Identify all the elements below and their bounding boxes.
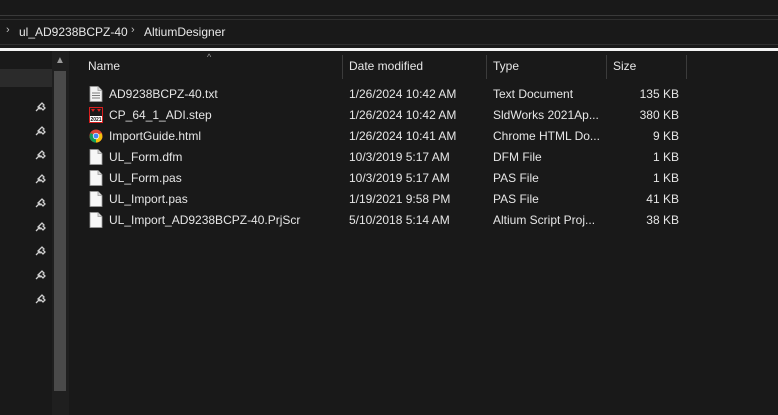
file-type: PAS File xyxy=(493,192,539,206)
pin-icon[interactable] xyxy=(34,99,48,113)
file-type: PAS File xyxy=(493,171,539,185)
column-header-name[interactable]: Name xyxy=(88,59,120,73)
blank-file-icon xyxy=(89,212,103,228)
file-date-modified: 5/10/2018 5:14 AM xyxy=(349,213,450,227)
file-list[interactable]: ^ Name Date modified Type Size AD9238BCP… xyxy=(69,51,778,415)
pin-icon[interactable] xyxy=(34,243,48,257)
table-row[interactable]: UL_Import.pas 1/19/2021 9:58 PM PAS File… xyxy=(69,189,778,210)
pin-icon[interactable] xyxy=(34,171,48,185)
file-date-modified: 1/26/2024 10:42 AM xyxy=(349,87,457,101)
solidworks-file-icon: 2021 xyxy=(89,107,103,123)
address-bar[interactable]: › ul_AD9238BCPZ-40 › AltiumDesigner xyxy=(0,19,778,45)
blank-file-icon xyxy=(89,191,103,207)
scroll-up-arrow-icon[interactable]: ▲ xyxy=(55,55,65,66)
column-header-date-modified[interactable]: Date modified xyxy=(349,59,423,73)
file-date-modified: 1/19/2021 9:58 PM xyxy=(349,192,451,206)
file-date-modified: 10/3/2019 5:17 AM xyxy=(349,171,450,185)
breadcrumb-item-ul-ad9238bcpz-40[interactable]: ul_AD9238BCPZ-40 xyxy=(19,25,128,39)
table-row[interactable]: AD9238BCPZ-40.txt 1/26/2024 10:42 AM Tex… xyxy=(69,84,778,105)
pin-icon[interactable] xyxy=(34,291,48,305)
file-name[interactable]: UL_Import.pas xyxy=(109,192,188,206)
pin-icon[interactable] xyxy=(34,267,48,281)
file-type: Chrome HTML Do... xyxy=(493,129,600,143)
title-strip-divider xyxy=(0,15,778,16)
file-name[interactable]: UL_Form.dfm xyxy=(109,150,182,164)
pin-icon[interactable] xyxy=(34,219,48,233)
breadcrumb-item-altiumdesigner[interactable]: AltiumDesigner xyxy=(144,25,225,39)
file-name[interactable]: CP_64_1_ADI.step xyxy=(109,108,212,122)
file-date-modified: 10/3/2019 5:17 AM xyxy=(349,150,450,164)
nav-scrollbar-thumb[interactable] xyxy=(54,71,66,391)
file-name[interactable]: UL_Form.pas xyxy=(109,171,182,185)
file-type: Text Document xyxy=(493,87,574,101)
column-divider[interactable] xyxy=(606,55,607,79)
table-row[interactable]: UL_Form.dfm 10/3/2019 5:17 AM DFM File 1… xyxy=(69,147,778,168)
file-name[interactable]: AD9238BCPZ-40.txt xyxy=(109,87,218,101)
column-header-type[interactable]: Type xyxy=(493,59,519,73)
file-size: 1 KB xyxy=(652,150,679,164)
file-date-modified: 1/26/2024 10:41 AM xyxy=(349,129,457,143)
blank-file-icon xyxy=(89,149,103,165)
sort-ascending-icon: ^ xyxy=(207,52,212,62)
column-divider[interactable] xyxy=(686,55,687,79)
breadcrumb-chevron-icon[interactable]: › xyxy=(131,24,135,36)
file-date-modified: 1/26/2024 10:42 AM xyxy=(349,108,457,122)
column-divider[interactable] xyxy=(486,55,487,79)
file-type: SldWorks 2021Ap... xyxy=(493,108,599,122)
file-size: 380 KB xyxy=(639,108,679,122)
table-row[interactable]: UL_Import_AD9238BCPZ-40.PrjScr 5/10/2018… xyxy=(69,210,778,231)
pin-icon[interactable] xyxy=(34,195,48,209)
solidworks-version-label: 2021 xyxy=(90,117,101,123)
table-row[interactable]: 2021 CP_64_1_ADI.step 1/26/2024 10:42 AM… xyxy=(69,105,778,126)
file-size: 38 KB xyxy=(646,213,679,227)
file-size: 9 KB xyxy=(652,129,679,143)
chrome-icon xyxy=(89,129,103,143)
text-file-icon xyxy=(89,86,103,102)
pin-icon[interactable] xyxy=(34,123,48,137)
breadcrumb-chevron-icon[interactable]: › xyxy=(6,24,10,36)
file-type: Altium Script Proj... xyxy=(493,213,596,227)
blank-file-icon xyxy=(89,170,103,186)
nav-scrollbar[interactable]: ▲ xyxy=(52,51,69,415)
file-size: 1 KB xyxy=(652,171,679,185)
file-size: 135 KB xyxy=(639,87,679,101)
nav-item-selected[interactable] xyxy=(0,69,52,87)
pin-icon[interactable] xyxy=(34,147,48,161)
navigation-pane[interactable]: ▲ xyxy=(0,51,69,415)
file-name[interactable]: UL_Import_AD9238BCPZ-40.PrjScr xyxy=(109,213,300,227)
table-row[interactable]: ImportGuide.html 1/26/2024 10:41 AM Chro… xyxy=(69,126,778,147)
file-name[interactable]: ImportGuide.html xyxy=(109,129,201,143)
file-type: DFM File xyxy=(493,150,542,164)
title-strip xyxy=(0,0,778,18)
column-divider[interactable] xyxy=(342,55,343,79)
column-header-size[interactable]: Size xyxy=(613,59,636,73)
table-row[interactable]: UL_Form.pas 10/3/2019 5:17 AM PAS File 1… xyxy=(69,168,778,189)
file-size: 41 KB xyxy=(646,192,679,206)
